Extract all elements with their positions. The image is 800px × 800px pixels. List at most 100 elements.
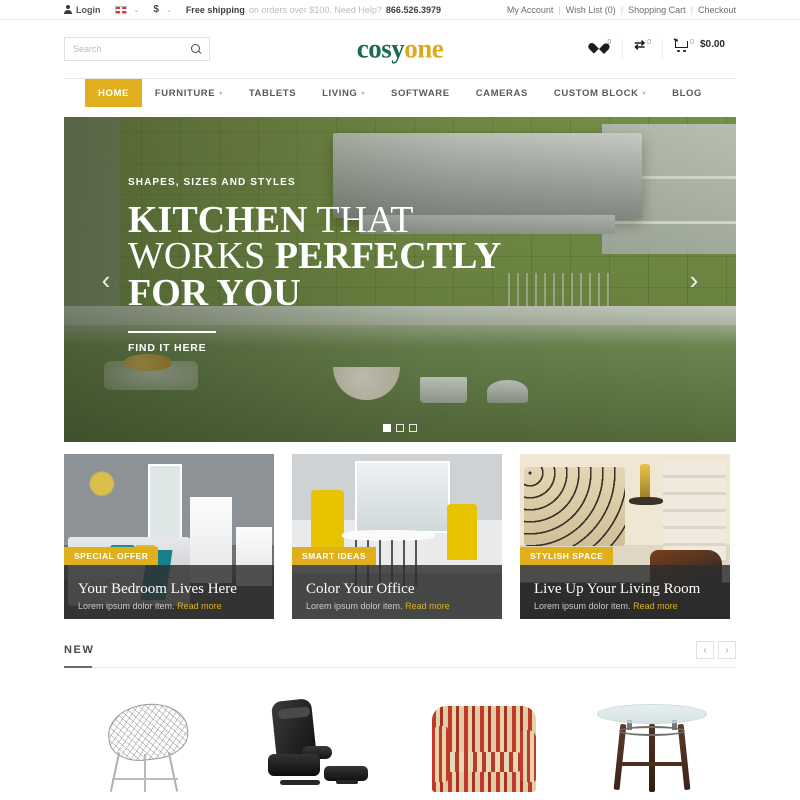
nav-item-home[interactable]: HOME [85,79,142,107]
read-more-link[interactable]: Read more [633,601,678,611]
compare-button[interactable]: ⇄ 0 [622,37,662,59]
wishlist-button[interactable]: 0 [581,39,622,59]
main-nav-wrapper: HOME FURNITURE ▾ TABLETS LIVING ▾ SOFTWA… [64,78,736,107]
promo-title: Your Bedroom Lives Here [78,581,237,597]
hero-kicker: SHAPES, SIZES AND STYLES [128,177,296,188]
header-actions: 0 ⇄ 0 0 $0.00 [581,37,736,59]
nav-label: LIVING [322,87,358,99]
top-bar-left: Login ⌄ $ ⌄ Free shipping on orders over… [64,4,455,15]
promo-text: Live Up Your Living Room Lorem ipsum dol… [534,581,720,611]
chevron-down-icon: ⌄ [133,6,140,14]
chevron-left-icon[interactable]: ‹ [94,267,118,293]
nav-item-tablets[interactable]: TABLETS [236,81,309,106]
separator: | [690,4,693,15]
chevron-down-icon: ⌄ [165,6,172,14]
nav-item-blog[interactable]: BLOG [659,81,715,106]
wire-mesh-chair-image [102,699,194,792]
promo-card-office[interactable]: SMART IDEAS Color Your Office Lorem ipsu… [292,454,502,619]
nav-item-cameras[interactable]: CAMERAS [463,81,541,106]
top-bar-right: My Account | Wish List (0) | Shopping Ca… [507,5,736,15]
promo-subtitle: Lorem ipsum dolor item. Read more [78,601,264,611]
product-card[interactable] [64,682,232,792]
cart-total: $0.00 [699,39,725,50]
promo-text: Your Bedroom Lives Here Lorem ipsum dolo… [78,581,264,611]
promo-title: Color Your Office [306,581,415,597]
section-title-underline [64,666,92,668]
site-logo[interactable]: cosyone [357,34,444,65]
nav-label: FURNITURE [154,87,216,99]
nav-item-custom-block[interactable]: CUSTOM BLOCK ▾ [541,81,659,106]
black-recliner-image [258,698,374,792]
promo-badge: SPECIAL OFFER [64,547,159,565]
hero-title: KITCHEN THAT WORKS PERFECTLY FOR YOU [128,201,502,314]
separator: | [620,4,624,15]
nav-label: HOME [98,87,129,99]
shipping-light-text: on orders over $100. Need Help? [248,4,382,15]
new-section-header: NEW ‹ › [64,641,736,668]
my-account-link[interactable]: My Account [507,5,554,15]
wish-list-link[interactable]: Wish List (0) [566,5,616,15]
shipping-notice: Free shipping on orders over $100. Need … [186,5,441,15]
cart-button[interactable]: 0 $0.00 [662,39,736,59]
chevron-down-icon: ▾ [642,90,647,97]
promo-subtitle: Lorem ipsum dolor item. Read more [306,601,492,611]
support-phone[interactable]: 866.526.3979 [386,5,441,15]
read-more-link[interactable]: Read more [177,601,222,611]
glass-top-table-image [597,700,707,792]
read-more-link[interactable]: Read more [405,601,450,611]
nav-label: SOFTWARE [391,87,450,99]
cart-count: 0 [690,39,694,46]
hero-dot-2[interactable] [396,424,404,432]
shipping-strong-text: Free shipping [185,4,245,15]
promo-card-living-room[interactable]: STYLISH SPACE Live Up Your Living Room L… [520,454,730,619]
chevron-right-icon[interactable]: › [682,267,706,293]
nav-label: TABLETS [248,87,297,99]
hero-line2-bold: PERFECTLY [274,235,502,278]
shopping-cart-link[interactable]: Shopping Cart [628,5,686,15]
main-nav: HOME FURNITURE ▾ TABLETS LIVING ▾ SOFTWA… [64,79,736,107]
heart-icon [592,39,605,51]
hero-dot-3[interactable] [409,424,417,432]
promo-card-bedroom[interactable]: SPECIAL OFFER Your Bedroom Lives Here Lo… [64,454,274,619]
product-carousel [64,682,736,792]
nav-label: CUSTOM BLOCK [553,87,639,99]
search-input[interactable] [73,44,191,54]
product-card[interactable] [232,682,400,792]
hero-dot-1[interactable] [383,424,391,432]
top-bar: Login ⌄ $ ⌄ Free shipping on orders over… [0,0,800,20]
promo-sub-text: Lorem ipsum dolor item. [534,601,631,611]
nav-item-living[interactable]: LIVING ▾ [309,81,378,106]
logo-part-two: one [404,33,444,64]
currency-selector[interactable]: $ ⌄ [153,4,171,15]
product-card[interactable] [400,682,568,792]
nav-item-software[interactable]: SOFTWARE [378,81,463,106]
page-root: Login ⌄ $ ⌄ Free shipping on orders over… [0,0,800,800]
carousel-prev-button[interactable]: ‹ [696,641,714,659]
login-link[interactable]: Login [64,5,101,15]
hero-divider [128,331,216,334]
compare-count: 0 [647,39,652,46]
logo-part-one: cosy [356,33,405,64]
promo-text: Color Your Office Lorem ipsum dolor item… [306,581,492,611]
section-title: NEW [64,644,95,656]
new-products-section: NEW ‹ › [64,641,736,792]
separator: | [558,4,561,15]
currency-label: $ [153,4,159,15]
carousel-nav: ‹ › [696,641,736,659]
hero-slider-dots [383,424,417,432]
search-box[interactable] [64,37,210,61]
checkout-link[interactable]: Checkout [698,5,736,15]
language-selector[interactable]: ⌄ [114,5,140,15]
hero-cta-button[interactable]: FIND IT HERE [128,342,501,354]
nav-item-furniture[interactable]: FURNITURE ▾ [142,81,236,106]
hero-line3-bold: FOR YOU [128,271,301,314]
chevron-down-icon: ▾ [361,90,366,97]
compare-icon: ⇄ [634,37,646,52]
promo-subtitle: Lorem ipsum dolor item. Read more [534,601,720,611]
product-card[interactable] [568,682,736,792]
chevron-down-icon: ▾ [219,90,223,97]
promo-title: Live Up Your Living Room [534,581,701,597]
search-icon[interactable] [191,44,201,54]
hero-slider: SHAPES, SIZES AND STYLES KITCHEN THAT WO… [64,117,736,442]
carousel-next-button[interactable]: › [718,641,736,659]
